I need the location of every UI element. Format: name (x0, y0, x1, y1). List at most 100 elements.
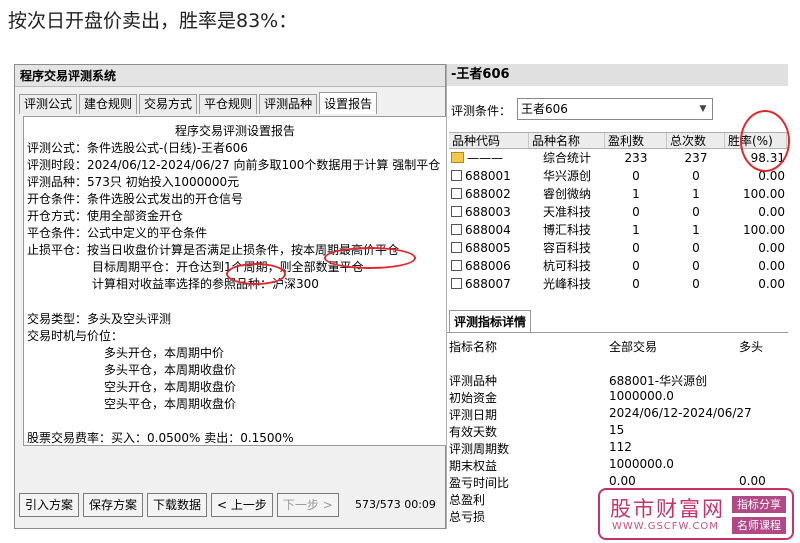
detail-value: 112 (609, 440, 632, 454)
tab-bar: 评测公式 建仓规则 交易方式 平仓规则 评测品种 设置报告 (19, 92, 379, 114)
tab-close-rules[interactable]: 平仓规则 (199, 94, 258, 114)
watermark-logo: 股市财富网 WWW.GSCFW.COM 指标分享 名师课程 (598, 488, 794, 540)
checkbox-icon[interactable] (451, 242, 462, 253)
row-name: 综合统计 (542, 151, 591, 165)
detail-row: 初始资金 1000000.0 (449, 389, 788, 405)
report-line: 股票交易费率：买入：0.0500% 卖出：0.1500% (27, 431, 294, 445)
checkbox-icon[interactable] (451, 260, 462, 271)
condition-select[interactable]: 王者606 ▼ (517, 98, 713, 120)
window-title: 程序交易评测系统 (15, 65, 445, 87)
tab-instruments[interactable]: 评测品种 (259, 94, 318, 114)
tab-indicator-details[interactable]: 评测指标详情 (449, 310, 532, 332)
row-name: 天准科技 (542, 205, 591, 219)
table-row[interactable]: 688005 容百科技 0 0 0.00 (449, 239, 787, 257)
row-win: 0 (632, 169, 640, 183)
watermark-tag: 指标分享 (732, 496, 786, 513)
table-row[interactable]: 688002 睿创微纳 1 1 100.00 (449, 185, 787, 203)
save-plan-button[interactable]: 保存方案 (83, 493, 144, 517)
report-line: 多头开仓，本周期中价 (104, 346, 225, 360)
detail-key: 盈亏时间比 (449, 476, 510, 490)
results-table: 品种代码 品种名称 盈利数 总次数 胜率(%) ——— 综合统计 233 237… (449, 132, 787, 293)
chevron-down-icon[interactable]: ▼ (696, 101, 710, 117)
row-win: 0 (632, 205, 640, 219)
table-row[interactable]: 688007 光峰科技 0 0 0.00 (449, 275, 787, 293)
divider (447, 332, 788, 333)
report-line: 开仓方式：使用全部资金开仓 (27, 209, 184, 223)
detail-col-long: 多头 (739, 340, 764, 354)
detail-key: 初始资金 (449, 391, 498, 405)
detail-value: 2024/06/12-2024/06/27 (609, 406, 752, 420)
row-code: 688007 (465, 277, 511, 291)
tab-trade-mode[interactable]: 交易方式 (139, 94, 198, 114)
table-row[interactable]: 688003 天准科技 0 0 0.00 (449, 203, 787, 221)
report-line: 交易类型：多头及空头评测 (27, 312, 172, 326)
results-window: -王者606 评测条件： 王者606 ▼ 品种代码 品种名称 盈利数 总次数 胜… (446, 64, 788, 529)
detail-row: 评测周期数 112 (449, 440, 788, 456)
table-row[interactable]: ——— 综合统计 233 237 98.31 (449, 149, 787, 167)
tab-open-rules[interactable]: 建仓规则 (79, 94, 138, 114)
row-name: 杭可科技 (542, 259, 591, 273)
row-code: 688001 (465, 169, 511, 183)
page-caption: 按次日开盘价卖出，胜率是83%： (8, 10, 298, 32)
row-code: 688004 (465, 223, 511, 237)
col-header-code[interactable]: 品种代码 (449, 133, 529, 148)
row-total: 237 (684, 151, 708, 165)
tab-report-settings[interactable]: 设置报告 (319, 92, 378, 114)
row-win: 0 (632, 241, 640, 255)
col-header-total[interactable]: 总次数 (667, 133, 725, 148)
detail-key: 有效天数 (449, 425, 498, 439)
report-line: 多头平仓，本周期收盘价 (104, 363, 237, 377)
detail-value-long: 0.00 (739, 474, 766, 488)
detail-row: 期末权益 1000000.0 (449, 457, 788, 473)
checkbox-icon[interactable] (451, 188, 462, 199)
col-header-win[interactable]: 盈利数 (605, 133, 667, 148)
report-line: 评测时段：2024/06/12-2024/06/27 向前多取100个数据用于计… (27, 158, 441, 172)
row-total: 0 (692, 277, 700, 291)
results-title: -王者606 (447, 64, 788, 86)
tab-formula[interactable]: 评测公式 (19, 94, 78, 114)
checkbox-icon[interactable] (451, 206, 462, 217)
table-header: 品种代码 品种名称 盈利数 总次数 胜率(%) (449, 132, 787, 149)
detail-key: 期末权益 (449, 459, 498, 473)
detail-row: 有效天数 15 (449, 423, 788, 439)
row-rate: 0.00 (758, 241, 785, 255)
report-line: 交易时机与价位： (27, 329, 124, 343)
evaluation-system-window: 程序交易评测系统 评测公式 建仓规则 交易方式 平仓规则 评测品种 设置报告 程… (14, 64, 447, 529)
report-line: 开仓条件：条件选股公式发出的开仓信号 (27, 192, 244, 206)
row-total: 0 (692, 205, 700, 219)
detail-col-name: 指标名称 (449, 340, 498, 354)
checkbox-icon[interactable] (451, 224, 462, 235)
row-total: 1 (692, 223, 700, 237)
detail-key: 评测日期 (449, 408, 498, 422)
row-total: 1 (692, 187, 700, 201)
detail-key: 总亏损 (449, 510, 486, 524)
report-title: 程序交易评测设置报告 (174, 124, 295, 138)
table-row[interactable]: 688006 杭可科技 0 0 0.00 (449, 257, 787, 275)
row-rate: 100.00 (743, 187, 785, 201)
row-win: 0 (632, 277, 640, 291)
table-row[interactable]: 688004 博汇科技 1 1 100.00 (449, 221, 787, 239)
row-code: ——— (467, 151, 503, 165)
report-line: 空头平仓，本周期收盘价 (104, 397, 237, 411)
row-rate: 0.00 (758, 205, 785, 219)
row-name: 容百科技 (542, 241, 591, 255)
next-step-button[interactable]: 下一步 > (276, 493, 339, 517)
row-rate: 0.00 (758, 277, 785, 291)
checkbox-icon[interactable] (451, 278, 462, 289)
download-data-button[interactable]: 下载数据 (147, 493, 208, 517)
annotation-oval-win-rate (740, 110, 790, 172)
checkbox-icon[interactable] (451, 170, 462, 181)
condition-value: 王者606 (521, 102, 568, 116)
detail-row: 评测品种 688001-华兴源创 (449, 372, 788, 388)
import-plan-button[interactable]: 引入方案 (19, 493, 80, 517)
condition-label: 评测条件： (451, 104, 512, 118)
previous-step-button[interactable]: < 上一步 (211, 493, 273, 517)
row-rate: 100.00 (743, 223, 785, 237)
row-code: 688002 (465, 187, 511, 201)
folder-icon (451, 152, 464, 163)
table-row[interactable]: 688001 华兴源创 0 0 0.00 (449, 167, 787, 185)
report-line: 空头开仓，本周期收盘价 (104, 380, 237, 394)
detail-key: 评测品种 (449, 374, 498, 388)
col-header-name[interactable]: 品种名称 (529, 133, 605, 148)
detail-col-all: 全部交易 (609, 340, 658, 354)
